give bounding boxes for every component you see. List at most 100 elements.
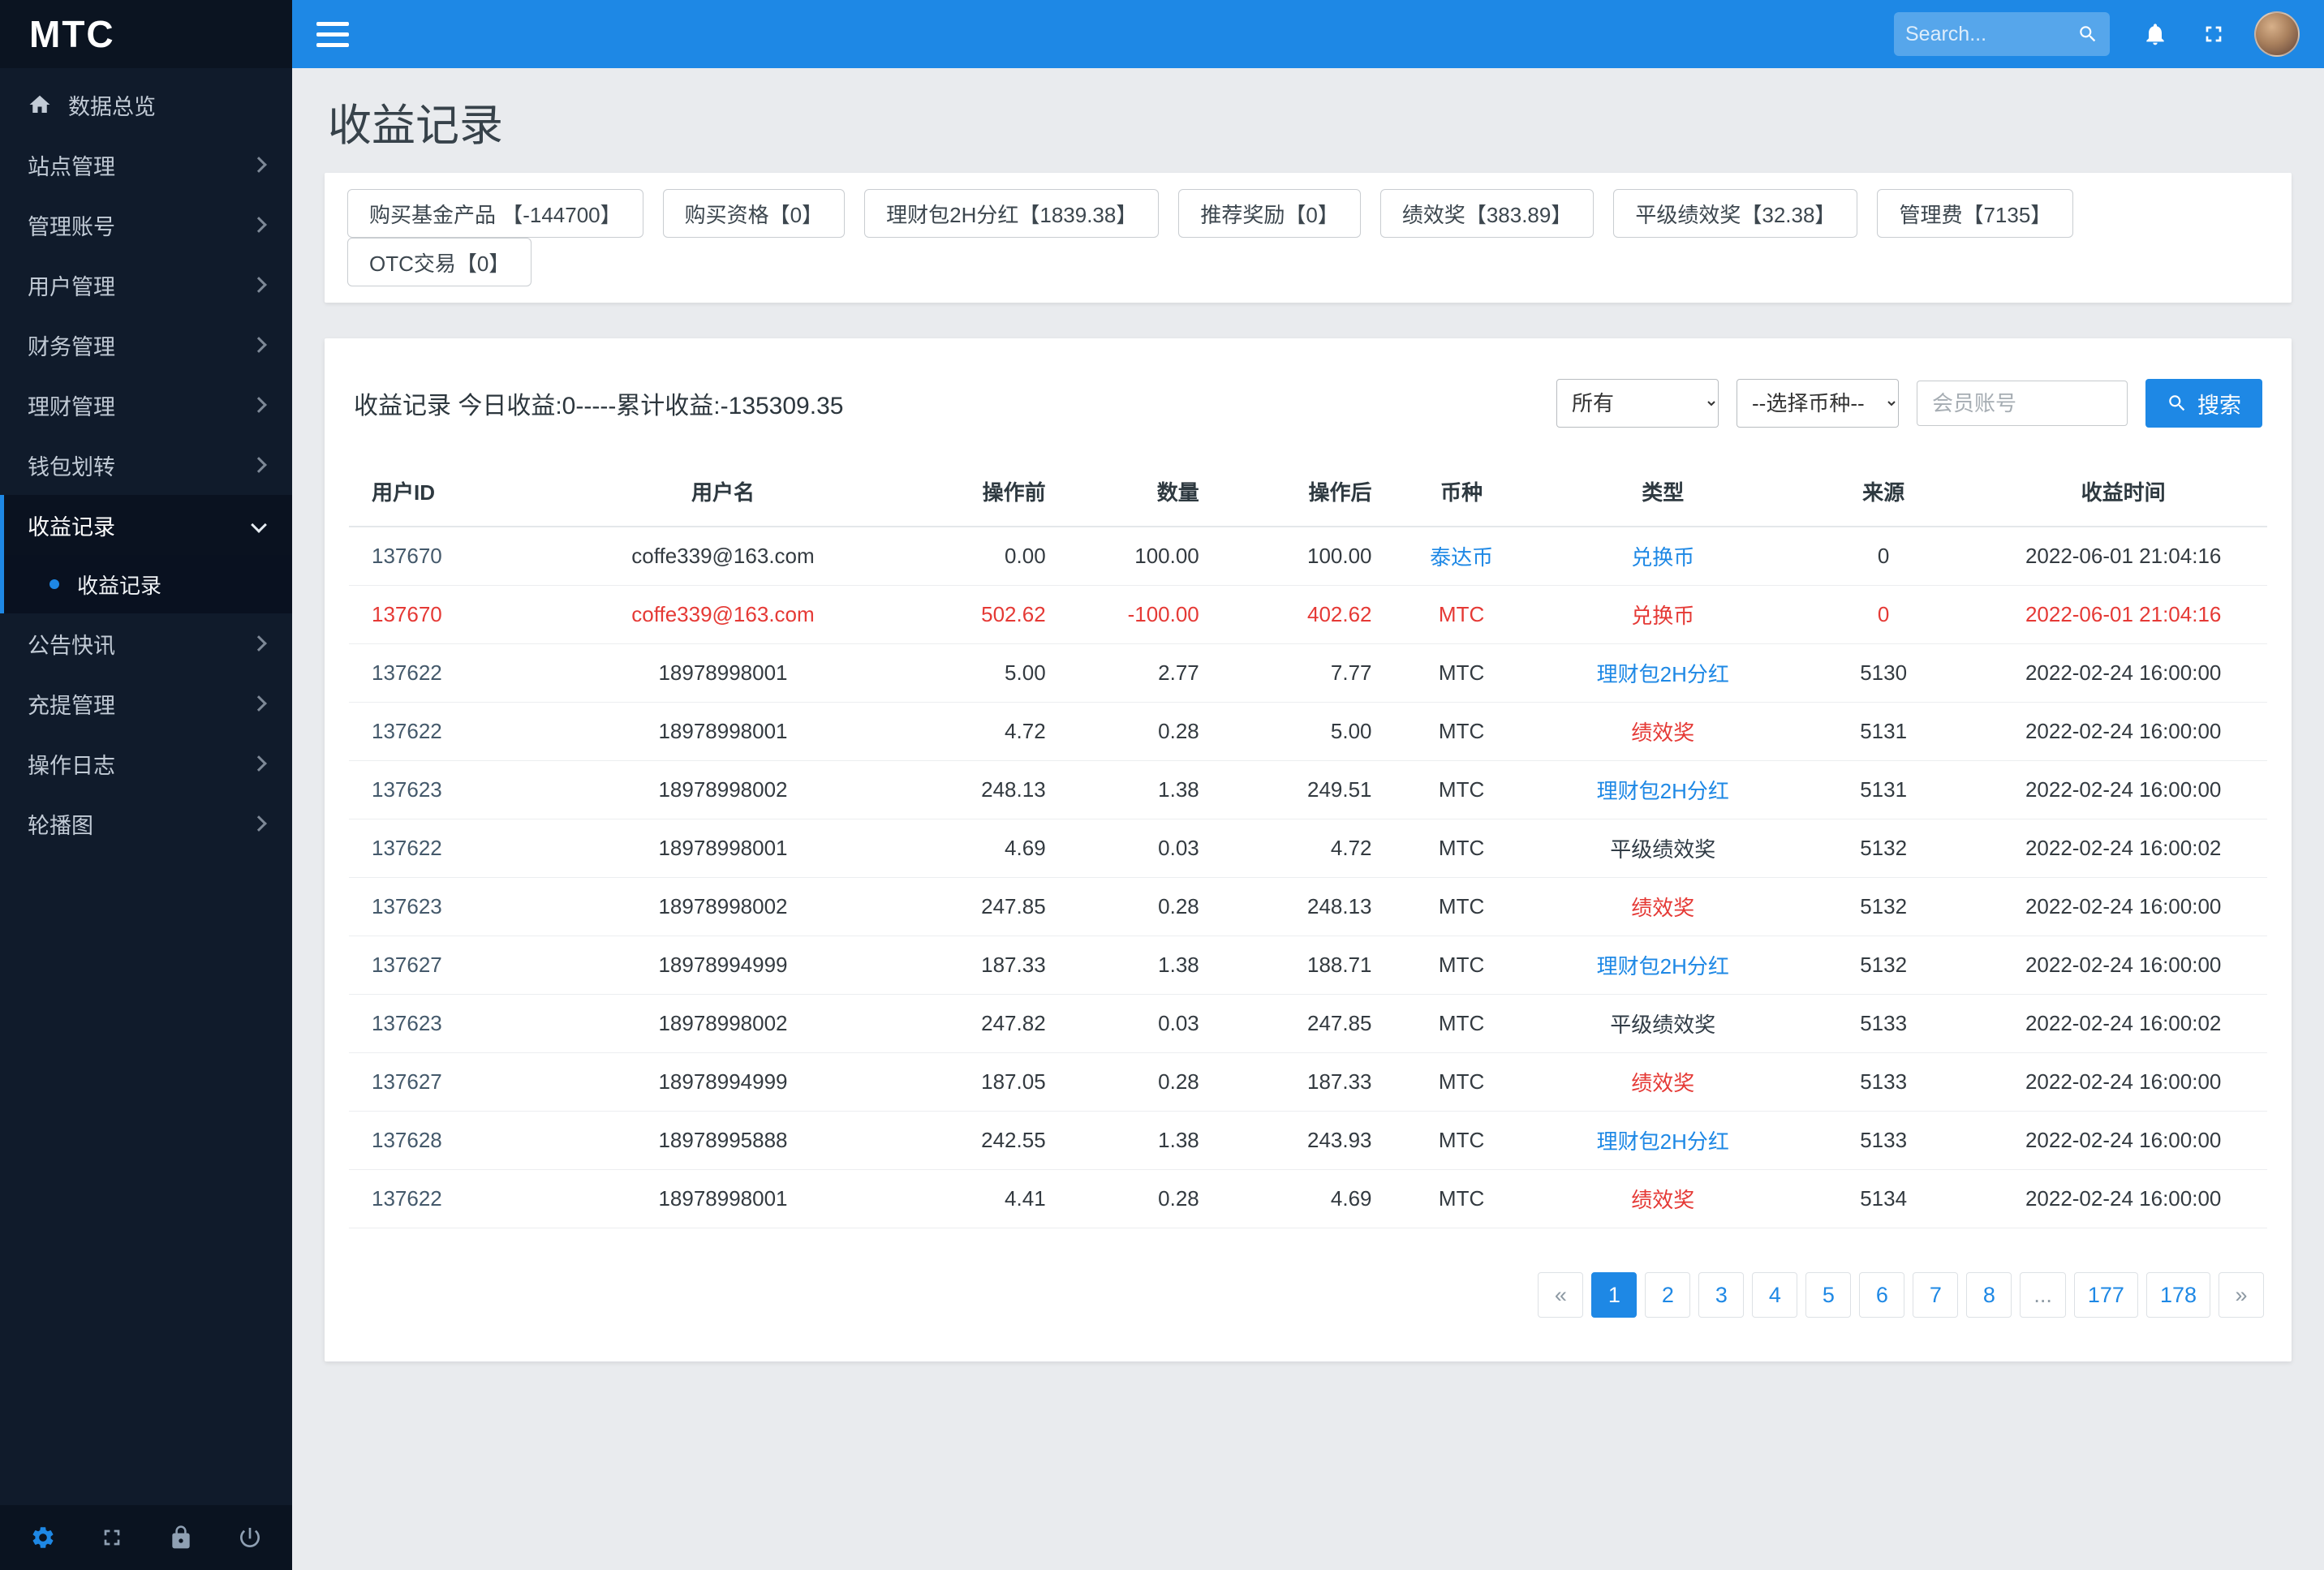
sidebar-item-dashboard[interactable]: 数据总览	[0, 75, 292, 135]
stat-button-4[interactable]: 绩效奖【383.89】	[1379, 189, 1595, 238]
search-input[interactable]	[1905, 22, 2077, 46]
pagination-page-177[interactable]: 177	[2073, 1272, 2138, 1318]
sidebar-item-carousel[interactable]: 轮播图	[0, 794, 292, 854]
chevron-right-icon	[251, 755, 267, 772]
cell-user-id[interactable]: 137623	[349, 994, 561, 1053]
sidebar-footer	[0, 1505, 292, 1570]
table-row: 137628 18978995888 242.55 1.38 243.93 MTC 理财包2…	[349, 1111, 2267, 1170]
cell-user-id[interactable]: 137670	[349, 527, 561, 586]
column-header: 收益时间	[1979, 457, 2267, 527]
member-account-input[interactable]	[1917, 381, 2128, 426]
sidebar-item-wealth[interactable]: 理财管理	[0, 375, 292, 435]
pagination-page-5[interactable]: 5	[1805, 1272, 1852, 1318]
sidebar-item-site[interactable]: 站点管理	[0, 135, 292, 195]
cell-user-id[interactable]: 137622	[349, 643, 561, 703]
cell-after: 4.72	[1211, 819, 1385, 878]
pagination-page-6[interactable]: 6	[1859, 1272, 1905, 1318]
search-icon[interactable]	[2077, 24, 2098, 45]
pagination-page-178[interactable]: 178	[2145, 1272, 2210, 1318]
cell-user-id[interactable]: 137627	[349, 1052, 561, 1112]
cell-type: 兑换币	[1538, 585, 1788, 644]
chevron-right-icon	[251, 157, 267, 173]
pagination-page-1[interactable]: 1	[1591, 1272, 1638, 1318]
sidebar-item-wallet-transfer[interactable]: 钱包划转	[0, 435, 292, 495]
sidebar-item-admin-account[interactable]: 管理账号	[0, 195, 292, 255]
stat-button-3[interactable]: 推荐奖励【0】	[1178, 189, 1361, 238]
stat-button-7[interactable]: OTC交易【0】	[347, 238, 532, 286]
lock-icon[interactable]	[168, 1525, 194, 1551]
sidebar-item-finance[interactable]: 财务管理	[0, 315, 292, 375]
pagination-page-2[interactable]: 2	[1645, 1272, 1691, 1318]
app-logo[interactable]: MTC	[0, 0, 292, 68]
page-title: 收益记录	[328, 101, 503, 150]
cell-before: 502.62	[885, 585, 1059, 644]
cell-coin: MTC	[1384, 994, 1539, 1053]
sidebar-item-label: 钱包划转	[28, 454, 115, 480]
cell-username: 18978998001	[560, 702, 886, 761]
stat-button-2[interactable]: 理财包2H分红【1839.38】	[864, 189, 1160, 238]
topbar	[292, 0, 2324, 68]
stat-button-5[interactable]: 平级绩效奖【32.38】	[1613, 189, 1858, 238]
cell-after: 187.33	[1211, 1052, 1385, 1112]
search-button[interactable]: 搜索	[2145, 379, 2262, 428]
table-row: 137670 coffe339@163.com 502.62 -100.00 402.6…	[349, 585, 2267, 644]
sidebar-subitem-income-records[interactable]: 收益记录	[0, 555, 292, 613]
sidebar-item-deposit-withdraw[interactable]: 充提管理	[0, 673, 292, 733]
pagination-prev[interactable]: «	[1538, 1272, 1584, 1318]
pagination-page-3[interactable]: 3	[1698, 1272, 1745, 1318]
cell-user-id[interactable]: 137622	[349, 1169, 561, 1228]
cell-user-id[interactable]: 137628	[349, 1111, 561, 1170]
cell-before: 187.05	[885, 1052, 1059, 1112]
pagination-ellipsis[interactable]: ...	[2020, 1272, 2066, 1318]
cell-username: 18978998001	[560, 643, 886, 703]
cell-user-id[interactable]: 137623	[349, 760, 561, 819]
cell-user-id[interactable]: 137622	[349, 702, 561, 761]
cell-username: 18978998001	[560, 819, 886, 878]
fullscreen-icon[interactable]	[2201, 21, 2227, 47]
sidebar-item-announcements[interactable]: 公告快讯	[0, 613, 292, 673]
menu-icon[interactable]	[316, 21, 349, 47]
cell-type: 兑换币	[1538, 527, 1788, 586]
column-header: 数量	[1058, 457, 1212, 527]
cell-quantity: 0.03	[1058, 819, 1212, 878]
chevron-right-icon	[251, 217, 267, 233]
cell-source: 5132	[1787, 819, 1980, 878]
stat-button-6[interactable]: 管理费【7135】	[1877, 189, 2074, 238]
coin-filter-select[interactable]: --选择币种--	[1737, 379, 1899, 428]
type-filter-select[interactable]: 所有	[1556, 379, 1719, 428]
table-row: 137622 18978998001 4.41 0.28 4.69 MTC 绩效奖 5134 2…	[349, 1169, 2267, 1228]
stat-button-1[interactable]: 购买资格【0】	[662, 189, 846, 238]
pagination-page-4[interactable]: 4	[1752, 1272, 1798, 1318]
cell-type: 理财包2H分红	[1538, 936, 1788, 995]
bell-icon[interactable]	[2142, 21, 2168, 47]
table-row: 137670 coffe339@163.com 0.00 100.00 100.00 泰达…	[349, 527, 2267, 586]
cell-user-id[interactable]: 137627	[349, 936, 561, 995]
sidebar-item-label: 用户管理	[28, 274, 115, 299]
fullscreen-icon[interactable]	[99, 1525, 125, 1551]
sidebar-item-label: 财务管理	[28, 334, 115, 359]
cell-before: 248.13	[885, 760, 1059, 819]
sidebar: MTC 数据总览站点管理 管理账号用户管理财务管理理财管理钱包划转收益记录 收益记录…	[0, 0, 292, 1570]
gear-icon[interactable]	[30, 1525, 56, 1551]
pagination-page-7[interactable]: 7	[1913, 1272, 1959, 1318]
cell-user-id[interactable]: 137622	[349, 819, 561, 878]
stat-button-0[interactable]: 购买基金产品 【-144700】	[347, 189, 643, 238]
cell-quantity: -100.00	[1058, 585, 1212, 644]
sidebar-item-operation-logs[interactable]: 操作日志	[0, 733, 292, 794]
avatar[interactable]	[2254, 11, 2300, 57]
power-icon[interactable]	[237, 1525, 263, 1551]
column-header: 类型	[1538, 457, 1788, 527]
chevron-right-icon	[251, 695, 267, 712]
stat-strip: 购买基金产品 【-144700】 购买资格【0】 理财包2H分红【1839.38】推…	[325, 173, 2292, 303]
chevron-right-icon	[251, 635, 267, 652]
pagination-page-8[interactable]: 8	[1966, 1272, 2012, 1318]
cell-before: 0.00	[885, 527, 1059, 586]
sidebar-item-users[interactable]: 用户管理	[0, 255, 292, 315]
sidebar-item-label: 数据总览	[68, 94, 156, 119]
cell-user-id[interactable]: 137670	[349, 585, 561, 644]
pagination-next[interactable]: »	[2219, 1272, 2264, 1318]
filters: 所有 --选择币种-- 搜索	[1556, 379, 2262, 428]
sidebar-item-income[interactable]: 收益记录	[0, 495, 292, 555]
cell-user-id[interactable]: 137623	[349, 877, 561, 936]
cell-source: 5133	[1787, 1111, 1980, 1170]
